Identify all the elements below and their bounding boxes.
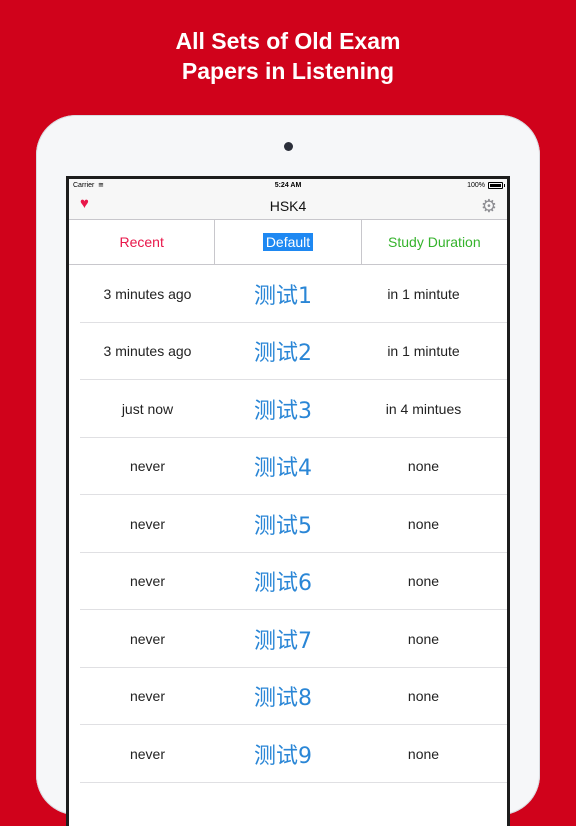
- camera-dot: [284, 142, 293, 151]
- segment-duration-label: Study Duration: [388, 234, 481, 250]
- promo-line-2: Papers in Listening: [181, 58, 395, 84]
- recent-cell: never: [129, 573, 166, 590]
- recent-cell: never: [129, 630, 166, 647]
- segment-default-label: Default: [262, 233, 314, 251]
- navigation-bar: ♥ HSK4 ⚙: [69, 193, 507, 220]
- promo-headline: All Sets of Old Exam Papers in Listening: [0, 26, 576, 86]
- test-name: 测试2: [254, 341, 312, 367]
- list-item[interactable]: never 测试4 none: [69, 438, 507, 496]
- duration-cell: none: [407, 745, 440, 762]
- list-item[interactable]: 3 minutes ago 测试2 in 1 mintute: [69, 323, 507, 381]
- battery-icon: [488, 182, 505, 189]
- recent-cell: 3 minutes ago: [103, 343, 192, 360]
- list-item[interactable]: never 测试6 none: [69, 553, 507, 611]
- test-name: 测试5: [254, 513, 312, 539]
- list-item[interactable]: 3 minutes ago 测试1 in 1 mintute: [69, 265, 507, 323]
- recent-cell: never: [129, 458, 166, 475]
- duration-cell: none: [407, 515, 440, 532]
- test-name: 测试8: [254, 686, 312, 712]
- duration-cell: in 4 mintues: [385, 400, 462, 417]
- test-name: 测试6: [254, 571, 312, 597]
- duration-cell: none: [407, 630, 440, 647]
- duration-cell: none: [407, 573, 440, 590]
- sort-segmented-control: Recent Default Study Duration: [69, 220, 507, 265]
- list-item[interactable]: just now 测试3 in 4 mintues: [69, 380, 507, 438]
- segment-default[interactable]: Default: [215, 220, 362, 264]
- segment-study-duration[interactable]: Study Duration: [362, 220, 507, 264]
- recent-cell: 3 minutes ago: [103, 285, 192, 302]
- test-name: 测试4: [254, 456, 312, 482]
- test-name: 测试3: [254, 398, 312, 424]
- duration-cell: in 1 mintute: [387, 343, 460, 360]
- list-item[interactable]: never 测试5 none: [69, 495, 507, 553]
- recent-cell: never: [129, 515, 166, 532]
- status-bar: Carrier ≅ 5:24 AM 100%: [69, 179, 507, 193]
- recent-cell: just now: [121, 400, 174, 417]
- ipad-frame: Carrier ≅ 5:24 AM 100% ♥ HSK4 ⚙ Recent D…: [36, 115, 540, 826]
- promo-line-1: All Sets of Old Exam: [175, 28, 401, 54]
- duration-cell: none: [407, 688, 440, 705]
- recent-cell: never: [129, 688, 166, 705]
- app-window: Carrier ≅ 5:24 AM 100% ♥ HSK4 ⚙ Recent D…: [69, 179, 507, 826]
- list-item[interactable]: never 测试7 none: [69, 610, 507, 668]
- duration-cell: none: [407, 458, 440, 475]
- test-list: 3 minutes ago 测试1 in 1 mintute 3 minutes…: [69, 265, 507, 783]
- list-item[interactable]: never 测试9 none: [69, 725, 507, 783]
- status-time: 5:24 AM: [274, 182, 302, 189]
- test-name: 测试1: [254, 283, 312, 309]
- test-name: 测试7: [254, 628, 312, 654]
- battery-percent: 100%: [467, 182, 485, 189]
- duration-cell: in 1 mintute: [387, 285, 460, 302]
- recent-cell: never: [129, 745, 166, 762]
- list-item[interactable]: never 测试8 none: [69, 668, 507, 726]
- gear-icon[interactable]: ⚙: [481, 196, 497, 217]
- segment-recent[interactable]: Recent: [69, 220, 216, 264]
- segment-recent-label: Recent: [119, 234, 164, 250]
- device-screen: Carrier ≅ 5:24 AM 100% ♥ HSK4 ⚙ Recent D…: [66, 176, 510, 826]
- page-title: HSK4: [269, 198, 307, 214]
- test-name: 测试9: [254, 743, 312, 769]
